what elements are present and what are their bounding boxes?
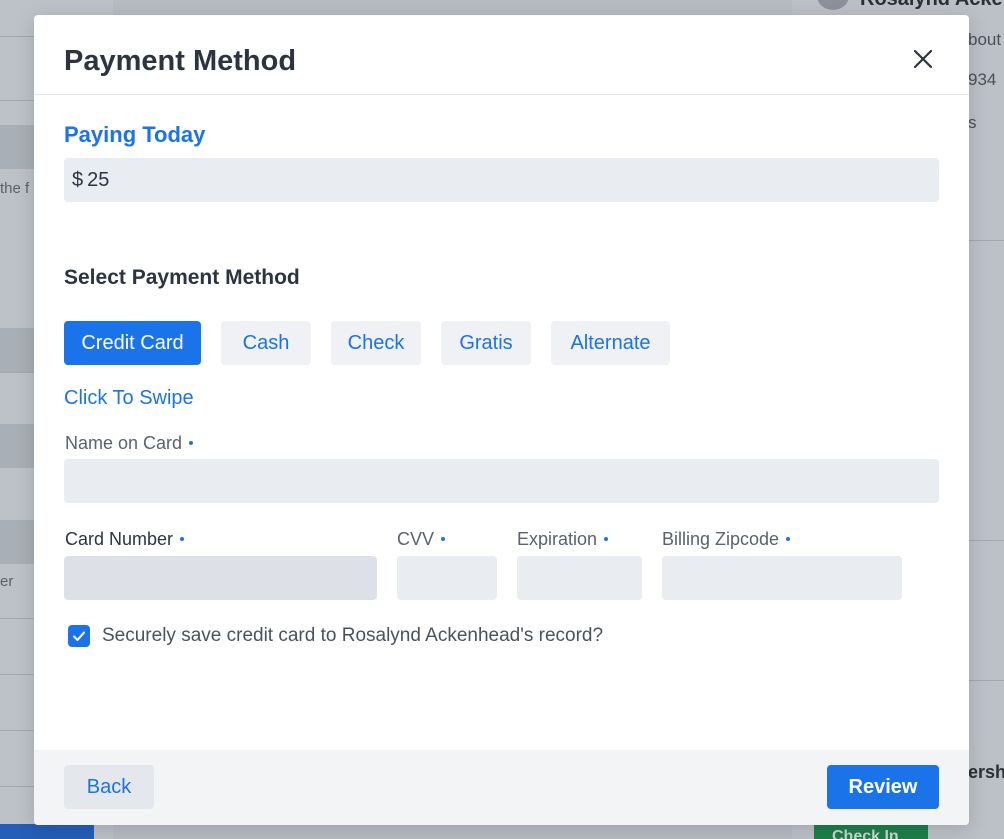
divider: [968, 240, 1004, 241]
close-button[interactable]: [907, 44, 939, 76]
background-text: s: [968, 113, 977, 132]
divider: [0, 730, 34, 731]
cvv-input[interactable]: [397, 556, 497, 600]
required-indicator: [786, 537, 791, 542]
payment-method-cash[interactable]: Cash: [221, 321, 311, 365]
billing-zipcode-label-text: Billing Zipcode: [662, 529, 780, 549]
back-button[interactable]: Back: [64, 765, 154, 809]
review-button[interactable]: Review: [827, 765, 939, 809]
required-indicator: [189, 441, 194, 446]
background-row: [0, 125, 34, 169]
required-indicator: [441, 537, 446, 542]
click-to-swipe-link[interactable]: Click To Swipe: [64, 386, 194, 410]
billing-zipcode-input[interactable]: [662, 556, 902, 600]
required-indicator: [604, 537, 609, 542]
payment-method-credit-card[interactable]: Credit Card: [64, 321, 201, 365]
save-card-label: Securely save credit card to Rosalynd Ac…: [102, 625, 604, 646]
select-payment-method-label: Select Payment Method: [64, 266, 300, 289]
save-card-row: Securely save credit card to Rosalynd Ac…: [68, 624, 603, 648]
amount-value: 25: [87, 169, 110, 191]
divider: [0, 372, 34, 373]
divider: [0, 100, 34, 101]
divider: [0, 618, 34, 619]
name-on-card-label-text: Name on Card: [65, 433, 183, 453]
paying-today-label: Paying Today: [64, 122, 206, 147]
modal-footer: Back Review: [34, 750, 969, 825]
divider: [968, 680, 1004, 681]
cvv-label-text: CVV: [397, 529, 435, 549]
name-on-card-input[interactable]: [64, 459, 939, 503]
background-text: er: [0, 573, 14, 590]
avatar: [817, 0, 849, 10]
currency-symbol: $: [72, 169, 84, 191]
divider: [0, 786, 34, 787]
paying-today-amount: $25: [64, 158, 939, 202]
divider: [968, 540, 1004, 541]
expiration-input[interactable]: [517, 556, 642, 600]
close-icon: [913, 49, 933, 69]
card-number-label: Card Number: [65, 528, 185, 550]
modal-title: Payment Method: [64, 45, 297, 77]
background-button: [0, 824, 94, 839]
background-row: [0, 328, 34, 372]
checkmark-icon: [73, 631, 85, 641]
expiration-label-text: Expiration: [517, 529, 598, 549]
name-on-card-label: Name on Card: [65, 432, 194, 454]
background-row: [0, 520, 34, 564]
background-text: bout: [968, 30, 1002, 49]
payment-method-modal: Payment Method Paying Today $25 Select P…: [34, 15, 969, 825]
background-heading: ersh: [968, 762, 1004, 782]
expiration-label: Expiration: [517, 528, 609, 550]
card-number-label-text: Card Number: [65, 529, 174, 549]
payment-method-alternate[interactable]: Alternate: [551, 321, 670, 365]
background-client-name: Rosalynd Ackenhead: [860, 0, 1004, 11]
modal-header: Payment Method: [34, 15, 969, 95]
background-row: [0, 424, 34, 468]
required-indicator: [180, 537, 185, 542]
background-text: 934: [968, 70, 997, 89]
payment-method-gratis[interactable]: Gratis: [441, 321, 531, 365]
card-number-input[interactable]: [64, 556, 377, 600]
save-card-checkbox[interactable]: [68, 625, 90, 647]
payment-method-check[interactable]: Check: [331, 321, 421, 365]
divider: [0, 36, 34, 37]
background-text: the f: [0, 180, 30, 197]
divider: [0, 674, 34, 675]
cvv-label: CVV: [397, 528, 446, 550]
billing-zipcode-label: Billing Zipcode: [662, 528, 791, 550]
